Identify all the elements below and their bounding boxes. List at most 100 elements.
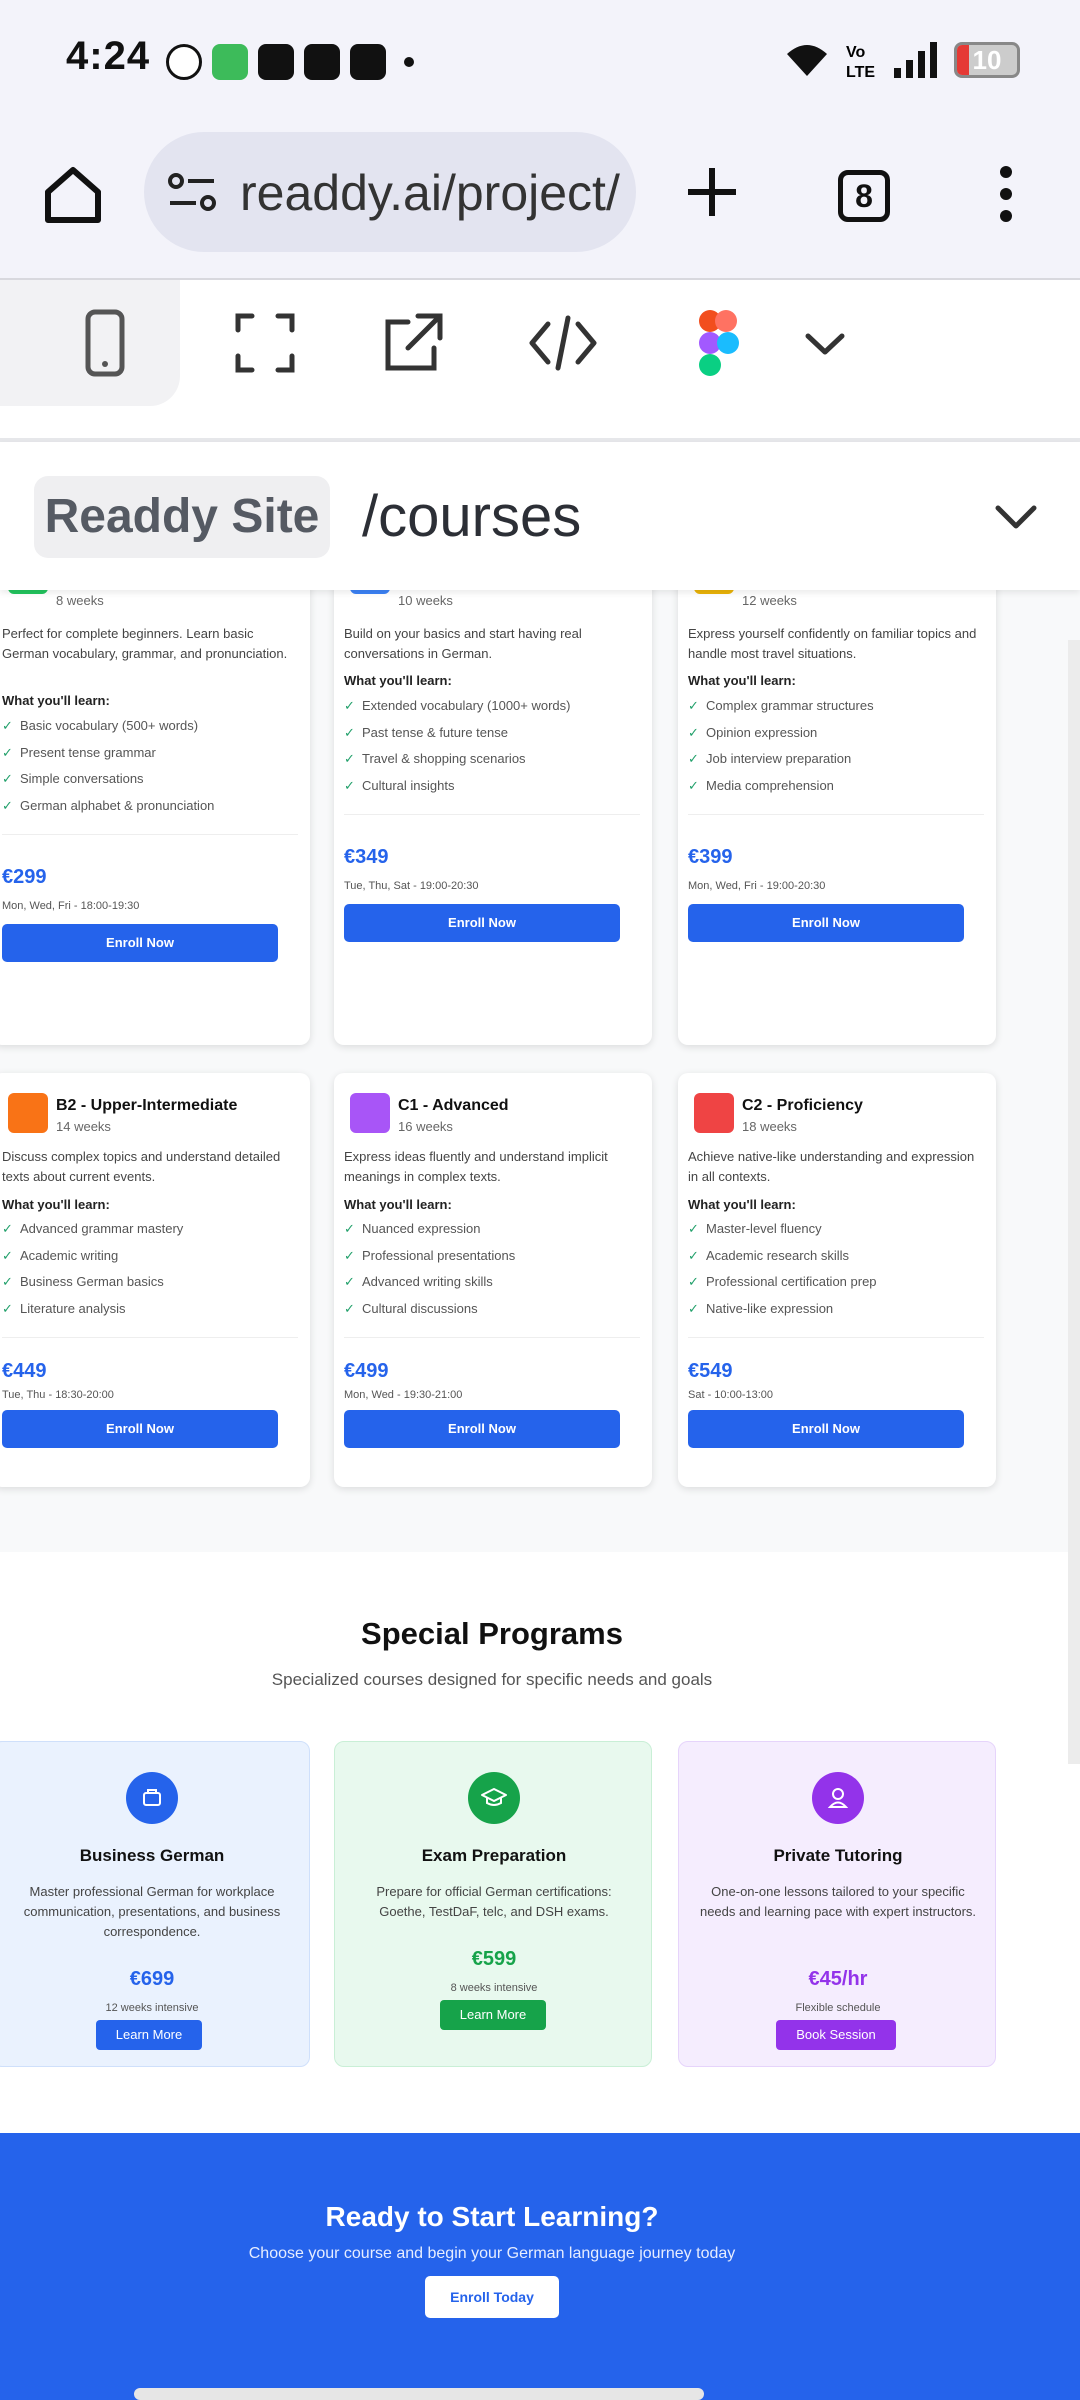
level-badge-icon (694, 1093, 734, 1133)
list-item: ✓ German alphabet & pronunciation (2, 793, 214, 820)
check-icon: ✓ (2, 1274, 13, 1289)
editor-toolbar (0, 280, 1080, 438)
learn-more-button[interactable]: Learn More (440, 2000, 546, 2030)
learn-label: What you'll learn: (688, 673, 796, 688)
gesture-bar (134, 2388, 704, 2400)
svg-text:Vo: Vo (846, 44, 865, 61)
list-item: ✓ Cultural discussions (344, 1296, 515, 1323)
check-icon: ✓ (344, 1247, 355, 1263)
browser-toolbar: readdy.ai/project/ 8 (0, 122, 1080, 278)
mobile-preview-icon[interactable] (70, 308, 140, 378)
program-note: 8 weeks intensive (450, 1982, 538, 1994)
more-notifications-dot (404, 57, 414, 67)
tab-switcher-button[interactable]: 8 (838, 170, 890, 222)
learn-more-button[interactable]: Learn More (96, 2020, 202, 2050)
learn-list: ✓ Master-level fluency ✓ Academic research… (688, 1216, 877, 1322)
program-price: €45/hr (808, 1968, 868, 1990)
program-title: Business German (79, 1846, 225, 1865)
site-path-bar: Readdy Site /courses (0, 442, 1080, 590)
enroll-button[interactable]: Enroll Now (344, 904, 620, 942)
course-title: B2 - Upper-Intermediate (56, 1097, 238, 1114)
code-icon[interactable] (528, 308, 598, 378)
check-icon: ✓ (688, 1247, 699, 1263)
program-price: €699 (129, 1968, 175, 1990)
site-label-chip[interactable]: Readdy Site (34, 476, 330, 558)
list-item: ✓ Business German basics (2, 1269, 183, 1296)
chevron-down-icon[interactable] (790, 308, 860, 378)
list-item: ✓ Cultural insights (344, 773, 570, 800)
section-title: Special Programs (361, 1616, 623, 1651)
learn-list: ✓ Advanced grammar mastery ✓ Academic writ… (2, 1216, 183, 1322)
level-badge-icon (8, 590, 48, 594)
check-icon: ✓ (344, 751, 355, 766)
check-icon: ✓ (688, 1274, 699, 1289)
page-path[interactable]: /courses (362, 476, 581, 558)
course-schedule: Tue, Thu - 18:30-20:00 (2, 1389, 114, 1401)
site-settings-icon[interactable] (168, 172, 216, 212)
divider (688, 1337, 984, 1338)
program-title: Exam Preparation (421, 1846, 567, 1865)
new-tab-icon[interactable] (686, 166, 738, 218)
check-icon: ✓ (344, 777, 355, 793)
course-card: 10 weeks Build on your basics and start … (334, 590, 652, 1045)
enroll-today-button[interactable]: Enroll Today (425, 2276, 559, 2318)
list-item: ✓ Complex grammar structures (688, 693, 874, 720)
level-badge-icon (350, 590, 390, 594)
course-duration: 8 weeks (56, 593, 104, 608)
chevron-down-icon[interactable] (992, 498, 1040, 538)
program-price: €599 (471, 1948, 517, 1970)
enroll-button[interactable]: Enroll Now (688, 904, 964, 942)
open-external-icon[interactable] (378, 308, 448, 378)
list-item: ✓ Media comprehension (688, 773, 874, 800)
course-duration: 12 weeks (742, 593, 797, 608)
list-item: ✓ Basic vocabulary (500+ words) (2, 713, 214, 740)
course-price: €499 (344, 1360, 389, 1382)
notification-icons (166, 44, 414, 80)
course-card: 8 weeks Perfect for complete beginners. … (0, 590, 310, 1045)
list-item: ✓ Academic writing (2, 1243, 183, 1270)
level-badge-icon (8, 1093, 48, 1133)
enroll-button[interactable]: Enroll Now (2, 1410, 278, 1448)
course-price: €349 (344, 846, 389, 868)
course-description: Discuss complex topics and understand de… (2, 1149, 281, 1184)
course-duration: 16 weeks (398, 1119, 453, 1134)
status-time: 4:24 (66, 34, 151, 78)
check-icon: ✓ (2, 744, 13, 760)
program-card: Private Tutoring One-on-one lessons tail… (678, 1741, 996, 2067)
signal-icon (894, 42, 937, 78)
course-schedule: Mon, Wed, Fri - 19:00-20:30 (688, 880, 826, 892)
book-session-button[interactable]: Book Session (776, 2020, 896, 2050)
fullscreen-icon[interactable] (230, 308, 300, 378)
list-item: ✓ Job interview preparation (688, 746, 874, 773)
course-schedule: Mon, Wed, Fri - 18:00-19:30 (2, 900, 140, 912)
course-card: 12 weeks Express yourself confidently on… (678, 590, 996, 1045)
learn-list: ✓ Basic vocabulary (500+ words) ✓ Present … (2, 713, 214, 819)
scrollbar[interactable] (1068, 640, 1080, 1764)
more-menu-icon[interactable] (996, 166, 1016, 222)
divider (344, 1337, 640, 1338)
program-card: Business German Master professional Germ… (0, 1741, 310, 2067)
volte-icon: Vo LTE (846, 44, 875, 80)
enroll-button[interactable]: Enroll Now (688, 1410, 964, 1448)
list-item: ✓ Travel & shopping scenarios (344, 746, 570, 773)
enroll-button[interactable]: Enroll Now (344, 1410, 620, 1448)
check-icon: ✓ (2, 1247, 13, 1263)
course-price: €449 (2, 1360, 47, 1382)
program-description: Prepare for official German certificatio… (376, 1884, 612, 1919)
home-icon[interactable] (40, 162, 106, 228)
list-item: ✓ Advanced grammar mastery (2, 1216, 183, 1243)
status-bar: 4:24 Vo LTE 10 (0, 0, 1080, 122)
course-duration: 10 weeks (398, 593, 453, 608)
enroll-button[interactable]: Enroll Now (2, 924, 278, 962)
check-icon: ✓ (688, 777, 699, 793)
wifi-icon (787, 45, 827, 76)
list-item: ✓ Opinion expression (688, 720, 874, 747)
check-icon: ✓ (2, 1221, 13, 1236)
program-note: 12 weeks intensive (105, 2002, 199, 2014)
figma-icon[interactable] (684, 308, 754, 378)
address-bar[interactable]: readdy.ai/project/ (144, 132, 636, 252)
course-card: C1 - Advanced 16 weeks Express ideas flu… (334, 1073, 652, 1487)
check-icon: ✓ (344, 1300, 355, 1316)
check-icon: ✓ (2, 1300, 13, 1316)
list-item: ✓ Present tense grammar (2, 740, 214, 767)
